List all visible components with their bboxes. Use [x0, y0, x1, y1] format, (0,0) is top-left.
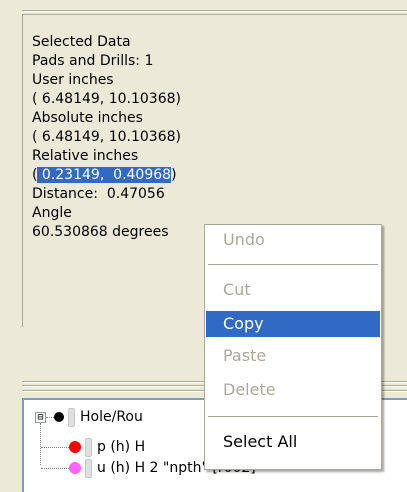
- tree-child-row[interactable]: p (h) H: [41, 437, 145, 457]
- menu-item-delete[interactable]: Delete: [206, 377, 380, 403]
- info-line-relative-units: Relative inches: [32, 148, 139, 164]
- tree-connector: [41, 446, 69, 448]
- red-dot-icon: [69, 441, 81, 453]
- info-line-relative-coords[interactable]: ( 0.23149, 0.40968): [32, 166, 181, 185]
- menu-separator: [208, 264, 378, 265]
- menu-item-cut[interactable]: Cut: [206, 277, 380, 303]
- tree-child-label[interactable]: p (h) H: [97, 439, 145, 455]
- info-line-angle-value: 60.530868 degrees: [32, 224, 169, 240]
- tree-connector: [41, 467, 69, 469]
- hole-group-dot-icon: [54, 412, 64, 422]
- info-line-title: Selected Data: [32, 34, 131, 50]
- relative-suffix: ): [171, 167, 177, 183]
- info-line-absolute-coords: ( 6.48149, 10.10368): [32, 129, 181, 145]
- menu-item-select-all[interactable]: Select All: [206, 429, 380, 455]
- tree-connector: [46, 416, 54, 418]
- tree-root-label[interactable]: Hole/Rou: [80, 409, 143, 425]
- layer-bar-icon: [85, 437, 92, 457]
- menu-item-undo[interactable]: Undo: [206, 227, 380, 253]
- selected-text[interactable]: 0.23149, 0.40968: [37, 167, 172, 183]
- info-line-pads-drills: Pads and Drills: 1: [32, 53, 154, 69]
- info-text[interactable]: Selected Data Pads and Drills: 1 User in…: [32, 33, 181, 242]
- info-line-user-coords: ( 6.48149, 10.10368): [32, 91, 181, 107]
- info-line-angle-label: Angle: [32, 205, 72, 221]
- info-line-distance: Distance: 0.47056: [32, 186, 165, 202]
- tree-root-row[interactable]: ⊟ Hole/Rou: [35, 407, 143, 427]
- menu-item-copy[interactable]: Copy: [206, 311, 380, 337]
- layer-bar-icon: [68, 407, 75, 427]
- menu-item-paste[interactable]: Paste: [206, 343, 380, 369]
- layer-bar-icon: [85, 458, 92, 478]
- pink-dot-icon: [69, 462, 81, 474]
- context-menu[interactable]: Undo Cut Copy Paste Delete Select All: [204, 224, 382, 470]
- info-line-user-units: User inches: [32, 72, 114, 88]
- top-divider: [22, 10, 407, 12]
- info-line-absolute-units: Absolute inches: [32, 110, 143, 126]
- menu-separator: [208, 416, 378, 417]
- collapse-icon[interactable]: ⊟: [35, 411, 46, 423]
